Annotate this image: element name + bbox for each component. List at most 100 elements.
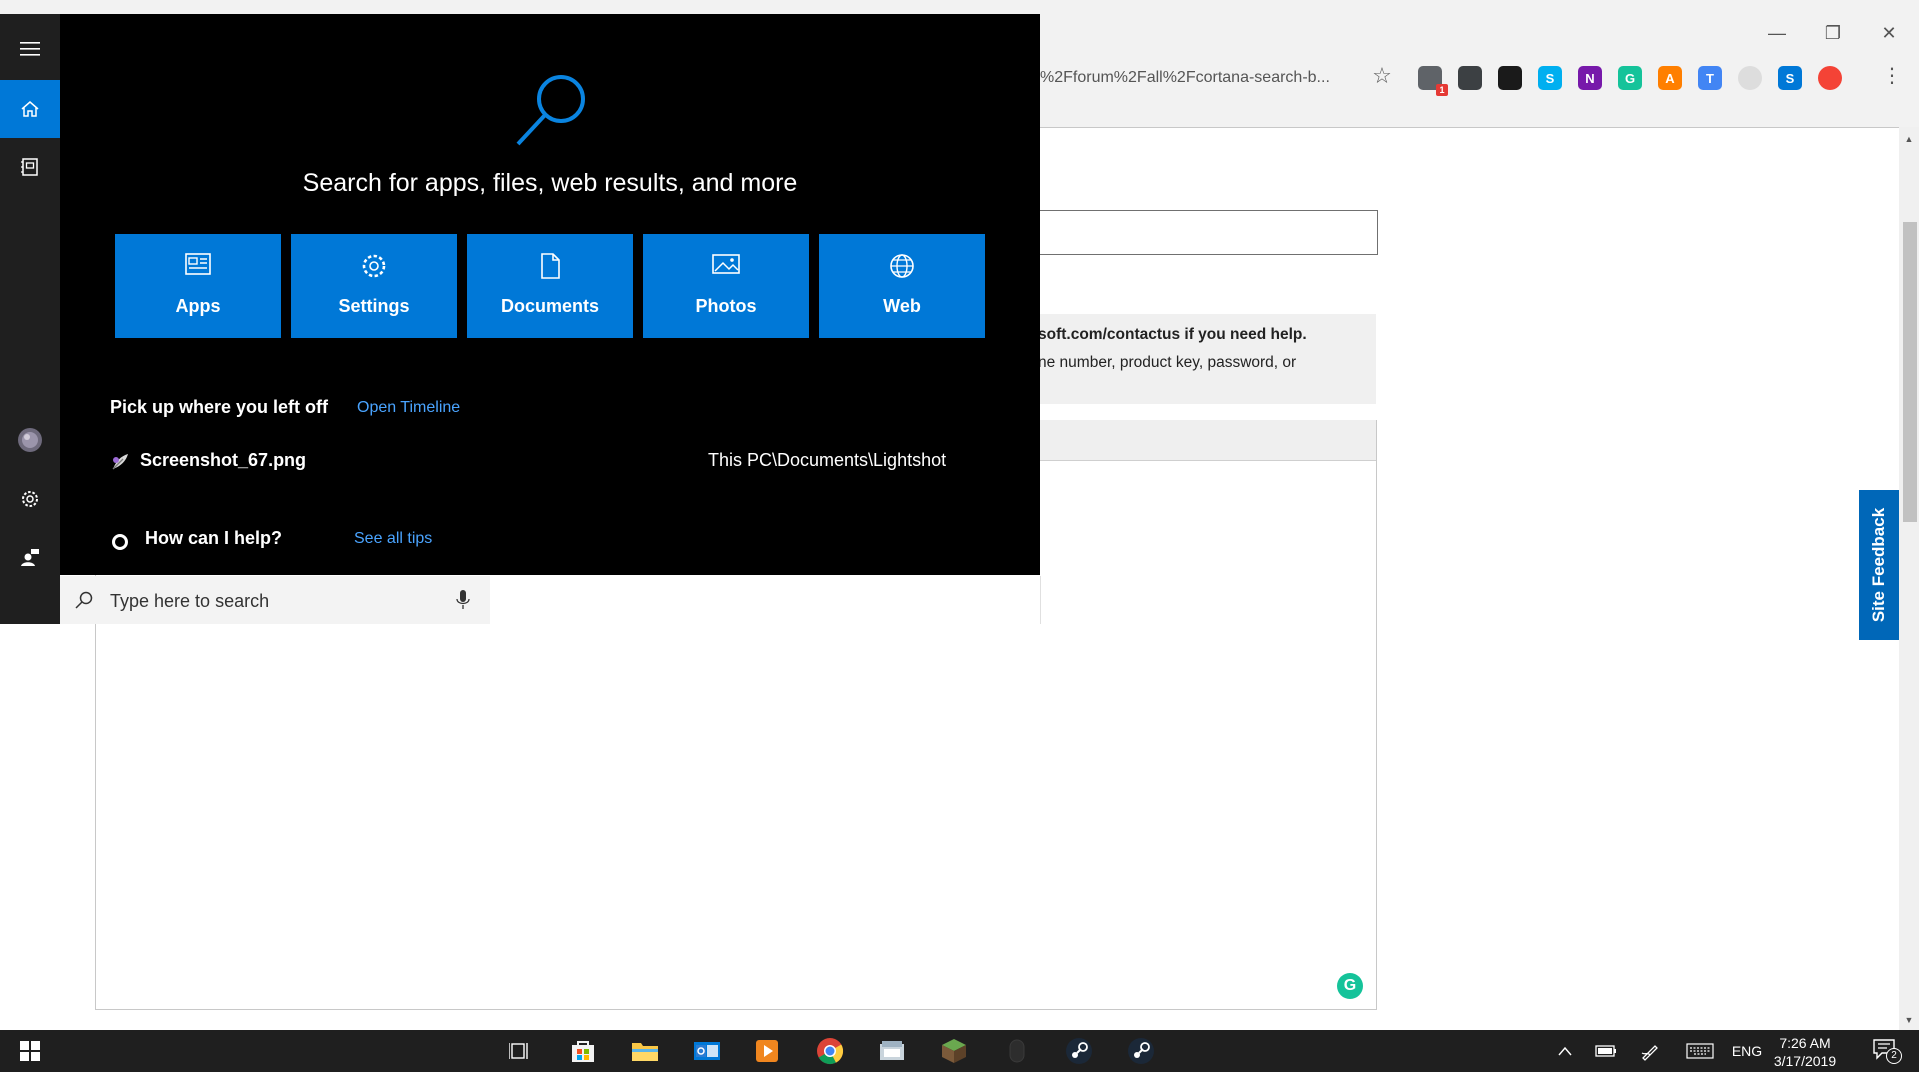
taskbar-chrome[interactable]: [814, 1035, 846, 1067]
onenote-icon[interactable]: N: [1578, 66, 1602, 90]
filter-tile-photos[interactable]: Photos: [643, 234, 809, 338]
taskbar-steam-1[interactable]: [1063, 1035, 1095, 1067]
address-bar[interactable]: %2Fforum%2Fall%2Fcortana-search-b...: [1040, 62, 1390, 94]
battery-button[interactable]: [1594, 1040, 1618, 1062]
touch-keyboard-button[interactable]: [1685, 1040, 1715, 1062]
pen-icon: [1641, 1045, 1658, 1061]
minimize-button[interactable]: —: [1757, 20, 1797, 46]
home-icon: [21, 101, 39, 117]
start-button[interactable]: [14, 1035, 46, 1067]
cortana-ring-icon: [112, 534, 128, 550]
settings-icon: [291, 252, 457, 280]
location-pin-icon[interactable]: [1458, 66, 1482, 90]
notebook-button[interactable]: [0, 138, 60, 196]
skype-icon[interactable]: S: [1538, 66, 1562, 90]
taskbar-steam-2[interactable]: [1125, 1035, 1157, 1067]
documents-icon: [467, 252, 633, 280]
accessibility-icon[interactable]: A: [1658, 66, 1682, 90]
taskbar-outlook[interactable]: [691, 1035, 723, 1067]
filter-tile-label: Web: [883, 296, 921, 316]
tablet-app-icon: [880, 1041, 904, 1060]
help-notice-line-1: soft.com/contactus if you need help.: [1038, 326, 1307, 343]
browser-menu-icon[interactable]: ⋮: [1882, 62, 1902, 90]
notebook-icon: [21, 158, 38, 176]
recent-file-name: Screenshot_67.png: [140, 450, 307, 470]
extension-glyph: S: [1785, 70, 1795, 86]
taskbar-minecraft[interactable]: [938, 1035, 970, 1067]
filter-tile-apps[interactable]: Apps: [115, 234, 281, 338]
sway-icon[interactable]: S: [1778, 66, 1802, 90]
microphone-icon[interactable]: [456, 589, 470, 611]
feedback-person-icon: [21, 549, 39, 566]
filter-tile-label: Settings: [338, 296, 410, 316]
notification-count-badge: 2: [1886, 1048, 1902, 1064]
extension-glyph: N: [1585, 70, 1595, 86]
action-center-button[interactable]: 2: [1866, 1038, 1902, 1064]
user-avatar[interactable]: [0, 411, 60, 469]
search-filter-tiles: Apps Settings Documents Photos Web: [115, 234, 995, 338]
taskbar-media-player[interactable]: [751, 1035, 783, 1067]
chevron-up-icon: [1558, 1046, 1572, 1056]
close-window-button[interactable]: ✕: [1869, 20, 1909, 46]
taskbar-file-explorer[interactable]: [629, 1035, 661, 1067]
search-input[interactable]: [108, 584, 432, 618]
steam-icon: [1066, 1038, 1092, 1064]
password-manager-icon[interactable]: 1: [1418, 66, 1448, 96]
search-magnifier-icon: [516, 75, 585, 146]
cortana-sidebar: [0, 14, 60, 624]
clock-date: 3/17/2019: [1773, 1053, 1837, 1069]
steam-icon: [1128, 1038, 1154, 1064]
filter-tile-label: Documents: [500, 296, 599, 316]
taskbar-tablet-app[interactable]: [876, 1035, 908, 1067]
page-search-input[interactable]: [1030, 210, 1378, 255]
feedback-hub-button[interactable]: [0, 528, 60, 586]
pen-workspace-button[interactable]: [1638, 1040, 1662, 1062]
store-icon: [572, 1041, 594, 1062]
taskbar: ENG 7:26 AM 3/17/2019 2: [0, 1030, 1919, 1072]
restore-button[interactable]: ❐: [1813, 20, 1853, 46]
scroll-up-icon[interactable]: ▲: [1899, 131, 1919, 147]
taskbar-search-box[interactable]: [60, 576, 490, 624]
filter-tile-documents[interactable]: Documents: [467, 234, 633, 338]
grammarly-icon[interactable]: G: [1337, 973, 1363, 999]
shield-icon[interactable]: [1498, 66, 1522, 90]
pickup-heading: Pick up where you left off: [110, 397, 329, 417]
home-button[interactable]: [0, 80, 60, 138]
scroll-down-icon[interactable]: ▼: [1899, 1012, 1919, 1028]
outlook-icon: [694, 1042, 720, 1060]
ghost-icon[interactable]: [1738, 66, 1762, 90]
filter-tile-label: Apps: [175, 296, 221, 316]
profile-avatar-icon[interactable]: [1818, 66, 1842, 90]
filter-tile-settings[interactable]: Settings: [291, 234, 457, 338]
open-timeline-link[interactable]: Open Timeline: [357, 399, 460, 417]
see-all-tips-link[interactable]: See all tips: [354, 530, 432, 548]
site-feedback-button[interactable]: Site Feedback: [1859, 490, 1899, 640]
recent-file-path: This PC\Documents\Lightshot: [708, 450, 947, 470]
battery-icon: [1595, 1045, 1616, 1057]
translate-icon[interactable]: T: [1698, 66, 1722, 90]
filter-tile-web[interactable]: Web: [819, 234, 985, 338]
search-box-extension: [490, 576, 1041, 624]
hamburger-icon: [20, 42, 40, 56]
scrollbar-thumb[interactable]: [1903, 222, 1917, 522]
bookmark-star-icon[interactable]: ☆: [1368, 62, 1396, 90]
task-view-button[interactable]: [504, 1035, 536, 1067]
cortana-search-panel: Search for apps, files, web results, and…: [60, 14, 1040, 575]
cortana-settings-button[interactable]: [0, 470, 60, 528]
filter-tile-label: Photos: [695, 296, 757, 316]
help-notice-line-2: ne number, product key, password, or: [1038, 354, 1297, 371]
apps-icon: [115, 252, 281, 280]
show-hidden-icons-button[interactable]: [1555, 1040, 1575, 1062]
site-feedback-label: Site Feedback: [1869, 507, 1888, 623]
taskbar-store[interactable]: [567, 1035, 599, 1067]
extension-badge: 1: [1436, 84, 1448, 96]
folder-icon: [632, 1043, 658, 1061]
extension-glyph: A: [1665, 70, 1675, 86]
hamburger-menu-button[interactable]: [0, 20, 60, 78]
recent-file-item[interactable]: Screenshot_67.png This PC\Documents\Ligh…: [110, 448, 990, 478]
taskbar-clock[interactable]: 7:26 AM 3/17/2019: [1760, 1034, 1850, 1070]
grammarly-icon[interactable]: G: [1618, 66, 1642, 90]
mouse-icon: [1009, 1039, 1025, 1063]
taskbar-mouse-app[interactable]: [1001, 1035, 1033, 1067]
windows-logo-icon: [20, 1041, 40, 1061]
